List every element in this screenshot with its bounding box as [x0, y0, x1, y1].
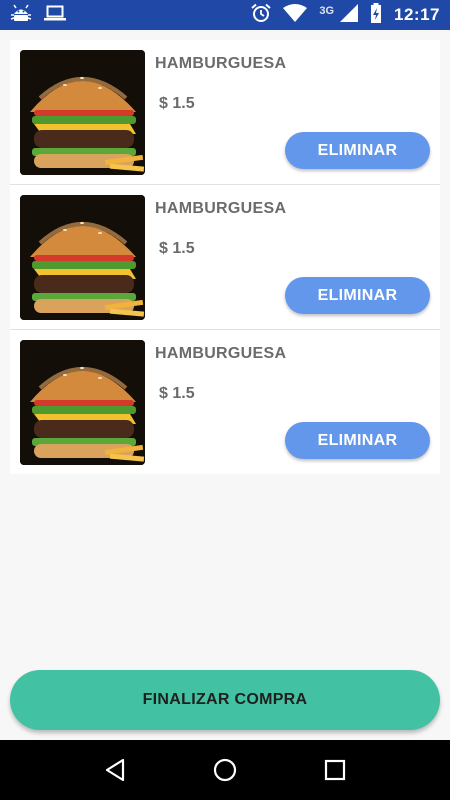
android-debug-icon: [10, 3, 32, 28]
wifi-icon: [283, 3, 308, 27]
item-price: $ 1.5: [159, 240, 195, 257]
alarm-icon: [251, 3, 271, 28]
navigation-bar: [0, 740, 450, 800]
battery-icon: [370, 2, 382, 28]
cart-list: HAMBURGUESA $ 1.5 ELIMINAR HAMBURGUESA $…: [10, 40, 440, 474]
remove-button[interactable]: ELIMINAR: [285, 132, 430, 169]
item-name: HAMBURGUESA: [155, 55, 287, 72]
cart-item: HAMBURGUESA $ 1.5 ELIMINAR: [10, 40, 440, 185]
remove-button[interactable]: ELIMINAR: [285, 422, 430, 459]
signal-icon: [340, 3, 359, 27]
hamburger-image: [20, 195, 145, 320]
remove-button[interactable]: ELIMINAR: [285, 277, 430, 314]
recents-icon[interactable]: [315, 750, 355, 790]
back-icon[interactable]: [95, 750, 135, 790]
status-right: 3G 12:17: [251, 2, 440, 28]
home-icon[interactable]: [205, 750, 245, 790]
finalize-purchase-button[interactable]: FINALIZAR COMPRA: [10, 670, 440, 730]
clock: 12:17: [394, 5, 440, 24]
item-name: HAMBURGUESA: [155, 345, 287, 362]
item-price: $ 1.5: [159, 95, 195, 112]
item-name: HAMBURGUESA: [155, 200, 287, 217]
cart-item: HAMBURGUESA $ 1.5 ELIMINAR: [10, 330, 440, 474]
status-left: [10, 3, 66, 28]
item-price: $ 1.5: [159, 385, 195, 402]
status-bar: 3G 12:17: [0, 0, 450, 30]
cart-item: HAMBURGUESA $ 1.5 ELIMINAR: [10, 185, 440, 330]
laptop-icon: [44, 4, 66, 27]
hamburger-image: [20, 340, 145, 465]
network-type: 3G: [319, 5, 335, 17]
hamburger-image: [20, 50, 145, 175]
